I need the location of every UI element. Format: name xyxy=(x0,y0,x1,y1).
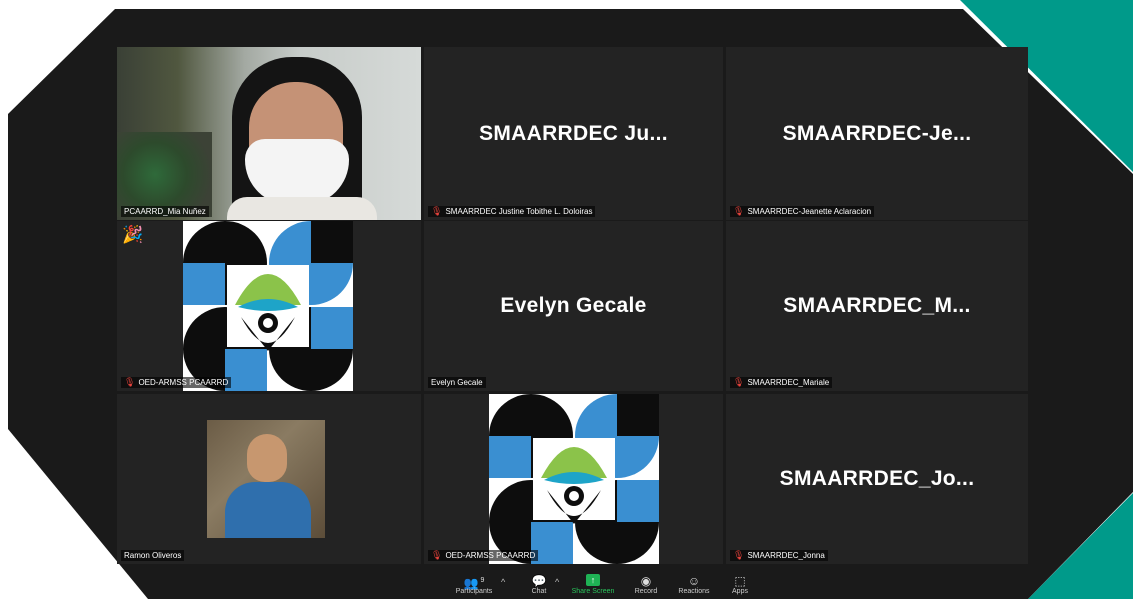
participants-icon: 👥 9 xyxy=(463,576,485,590)
share-screen-icon: ↑ xyxy=(586,574,600,586)
participant-name-label: 🎙 SMAARRDEC Justine Tobithe L. Doloiras xyxy=(428,206,596,217)
video-tile-0[interactable]: PCAARRD_Mia Nuñez xyxy=(117,47,421,220)
share-screen-button[interactable]: ↑ Share Screen xyxy=(570,574,616,595)
chat-icon: 💬 xyxy=(531,574,547,588)
video-tile-4[interactable]: Evelyn Gecale Evelyn Gecale xyxy=(424,221,723,391)
participant-display-name: SMAARRDEC Ju... xyxy=(479,121,668,145)
record-icon: ◉ xyxy=(640,574,652,588)
apps-icon: ⬚ xyxy=(734,574,746,588)
participant-display-name: SMAARRDEC-Je... xyxy=(782,121,972,145)
video-tile-2[interactable]: SMAARRDEC-Je... 🎙 SMAARRDEC-Jeanette Acla… xyxy=(726,47,1028,220)
video-tile-7[interactable]: 🎙 OED-ARMSS PCAARRD xyxy=(424,394,723,564)
participant-name-label: Ramon Oliveros xyxy=(121,550,185,561)
participant-name-label: PCAARRD_Mia Nuñez xyxy=(121,206,209,217)
video-tile-3[interactable]: 🎉 🎙 OED-ARMSS PCAARRD xyxy=(117,221,421,391)
participant-display-name: SMAARRDEC_Jo... xyxy=(779,467,975,490)
muted-mic-icon: 🎙 xyxy=(124,377,136,387)
participant-name-label: 🎙 OED-ARMSS PCAARRD xyxy=(121,377,232,388)
video-tile-5[interactable]: SMAARRDEC_M... 🎙 SMAARRDEC_Mariale xyxy=(726,221,1028,391)
participant-display-name: SMAARRDEC_M... xyxy=(783,294,971,317)
record-button[interactable]: ◉ Record xyxy=(630,574,662,595)
participant-name-label: 🎙 SMAARRDEC_Mariale xyxy=(730,377,833,388)
reactions-button[interactable]: ☺ Reactions xyxy=(674,574,714,595)
caret-up-icon[interactable]: ^ xyxy=(555,577,559,587)
chat-button[interactable]: 💬 Chat xyxy=(522,574,556,595)
party-reaction-icon: 🎉 xyxy=(122,225,144,244)
participant-name-label: 🎙 SMAARRDEC_Jonna xyxy=(730,550,828,561)
video-tile-6[interactable]: Ramon Oliveros xyxy=(117,394,421,564)
muted-mic-icon: 🎙 xyxy=(733,206,745,216)
muted-mic-icon: 🎙 xyxy=(431,206,443,216)
participant-display-name: Evelyn Gecale xyxy=(500,294,647,317)
caret-up-icon[interactable]: ^ xyxy=(501,577,505,587)
video-tile-1[interactable]: SMAARRDEC Ju... 🎙 SMAARRDEC Justine Tobit… xyxy=(424,47,723,220)
pcaarrd-logo xyxy=(489,394,659,564)
reactions-icon: ☺ xyxy=(687,574,701,588)
muted-mic-icon: 🎙 xyxy=(733,377,745,387)
webcam-video xyxy=(117,47,421,220)
muted-mic-icon: 🎙 xyxy=(733,550,745,560)
participant-name-label: Evelyn Gecale xyxy=(428,377,486,388)
participant-name-label: 🎙 SMAARRDEC-Jeanette Aclaracion xyxy=(730,206,875,217)
pcaarrd-logo xyxy=(183,221,353,391)
apps-button[interactable]: ⬚ Apps xyxy=(726,574,754,595)
muted-mic-icon: 🎙 xyxy=(431,550,443,560)
participant-photo xyxy=(207,420,325,538)
participants-button[interactable]: 👥 9 Participants xyxy=(452,574,496,595)
meeting-toolbar: 👥 9 Participants ^ 💬 Chat ^ ↑ Share Scree… xyxy=(0,569,1133,599)
participant-name-label: 🎙 OED-ARMSS PCAARRD xyxy=(428,550,539,561)
video-tile-8[interactable]: SMAARRDEC_Jo... 🎙 SMAARRDEC_Jonna xyxy=(726,394,1028,564)
